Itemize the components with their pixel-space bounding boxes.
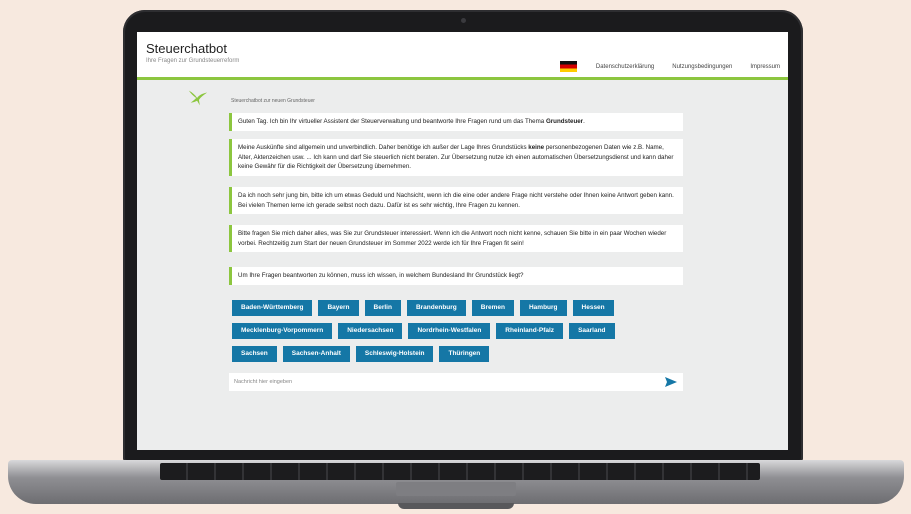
state-button-brandenburg[interactable]: Brandenburg: [406, 300, 466, 316]
message-input[interactable]: [229, 379, 665, 385]
state-button-bremen[interactable]: Bremen: [471, 300, 514, 316]
browser-screen: Steuerchatbot Ihre Fragen zur Grundsteue…: [137, 32, 788, 450]
state-button-row: Baden-Württemberg Bayern Berlin Brandenb…: [232, 300, 652, 316]
laptop-notch: [398, 503, 514, 509]
message-bold-text: keine: [528, 144, 545, 151]
message-text: .: [583, 118, 585, 125]
state-button-sachsen[interactable]: Sachsen: [232, 346, 277, 362]
app-header: Steuerchatbot Ihre Fragen zur Grundsteue…: [137, 32, 788, 80]
chat-message: Um Ihre Fragen beantworten zu können, mu…: [229, 267, 683, 285]
message-text: Guten Tag. Ich bin Ihr virtueller Assist…: [238, 118, 546, 125]
message-text: Um Ihre Fragen beantworten zu können, mu…: [238, 272, 524, 279]
app-title: Steuerchatbot: [146, 41, 227, 56]
webcam: [461, 18, 466, 23]
nav-link-nutzungsbedingungen[interactable]: Nutzungsbedingungen: [672, 64, 732, 70]
message-bold-text: Grundsteuer: [545, 118, 584, 125]
state-button-thueringen[interactable]: Thüringen: [439, 346, 490, 362]
state-button-rheinland-pfalz[interactable]: Rheinland-Pfalz: [496, 323, 564, 339]
chat-message: Meine Auskünfte sind allgemein und unver…: [229, 139, 683, 176]
laptop-trackpad: [396, 482, 516, 496]
nav-link-impressum[interactable]: Impressum: [750, 64, 780, 70]
state-button-berlin[interactable]: Berlin: [364, 300, 401, 316]
app-subtitle: Ihre Fragen zur Grundsteuerreform: [146, 58, 240, 64]
send-arrow-icon[interactable]: [665, 377, 677, 387]
state-button-group: Baden-Württemberg Bayern Berlin Brandenb…: [232, 300, 652, 369]
state-button-bayern[interactable]: Bayern: [318, 300, 359, 316]
state-button-niedersachsen[interactable]: Niedersachsen: [338, 323, 403, 339]
chat-message: Guten Tag. Ich bin Ihr virtueller Assist…: [229, 113, 683, 131]
message-input-bar: [229, 373, 683, 391]
bot-name-label: Steuerchatbot zur neuen Grundsteuer: [231, 98, 315, 104]
message-text: Bitte fragen Sie mich daher alles, was S…: [238, 230, 667, 247]
hummingbird-logo-icon: [188, 90, 208, 106]
chat-message: Bitte fragen Sie mich daher alles, was S…: [229, 225, 683, 252]
state-button-mecklenburg-vorpommern[interactable]: Mecklenburg-Vorpommern: [232, 323, 333, 339]
chat-message: Da ich noch sehr jung bin, bitte ich um …: [229, 187, 683, 214]
top-nav: Datenschutzerklärung Nutzungsbedingungen…: [559, 61, 780, 72]
message-text: Da ich noch sehr jung bin, bitte ich um …: [238, 192, 674, 209]
state-button-row: Mecklenburg-Vorpommern Niedersachsen Nor…: [232, 323, 652, 339]
state-button-baden-wuerttemberg[interactable]: Baden-Württemberg: [232, 300, 313, 316]
laptop-keyboard: [160, 463, 760, 480]
state-button-schleswig-holstein[interactable]: Schleswig-Holstein: [355, 346, 434, 362]
state-button-nordrhein-westfalen[interactable]: Nordrhein-Westfalen: [408, 323, 491, 339]
state-button-hamburg[interactable]: Hamburg: [519, 300, 567, 316]
message-text: Meine Auskünfte sind allgemein und unver…: [238, 144, 529, 151]
state-button-saarland[interactable]: Saarland: [569, 323, 615, 339]
laptop-lid: Steuerchatbot Ihre Fragen zur Grundsteue…: [123, 10, 803, 462]
german-flag-icon[interactable]: [559, 61, 577, 72]
state-button-row: Sachsen Sachsen-Anhalt Schleswig-Holstei…: [232, 346, 652, 362]
nav-link-datenschutz[interactable]: Datenschutzerklärung: [596, 64, 654, 70]
state-button-hessen[interactable]: Hessen: [572, 300, 614, 316]
state-button-sachsen-anhalt[interactable]: Sachsen-Anhalt: [282, 346, 350, 362]
